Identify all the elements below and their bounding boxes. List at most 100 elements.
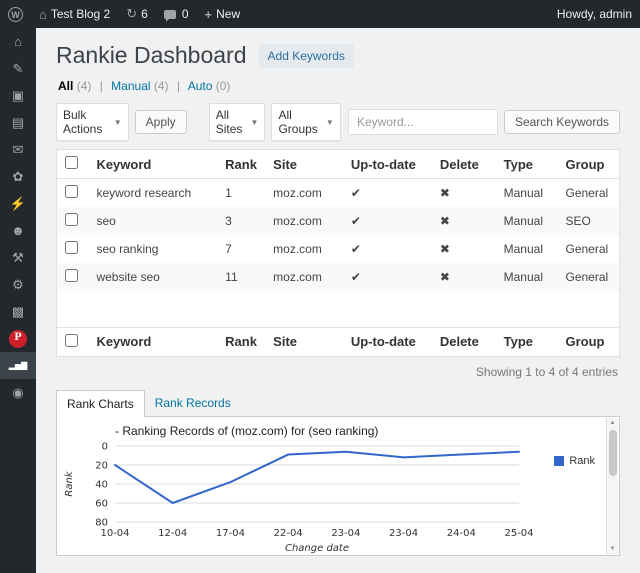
sidebar-item-plugins[interactable]: ⚡ bbox=[0, 190, 36, 217]
row-checkbox[interactable] bbox=[65, 241, 78, 254]
account-menu[interactable]: Howdy, admin bbox=[549, 0, 640, 28]
svg-text:0: 0 bbox=[102, 441, 108, 452]
showing-entries: Showing 1 to 4 of 4 entries bbox=[56, 365, 618, 379]
svg-text:12-04: 12-04 bbox=[158, 528, 187, 539]
col-type: Type bbox=[496, 327, 558, 356]
rank-cell: 1 bbox=[217, 179, 265, 208]
wordpress-logo-menu[interactable]: W bbox=[0, 0, 31, 28]
sidebar-item-pages[interactable]: ▤ bbox=[0, 109, 36, 136]
col-group: Group bbox=[557, 327, 619, 356]
bulk-actions-label: Bulk Actions bbox=[63, 108, 106, 136]
tab-rank-records[interactable]: Rank Records bbox=[145, 390, 241, 416]
pages-icon: ▤ bbox=[12, 116, 24, 129]
rank-cell: 7 bbox=[217, 235, 265, 263]
filter-all[interactable]: All bbox=[58, 79, 73, 93]
sidebar-item-collapse[interactable]: ◉ bbox=[0, 379, 36, 406]
up-to-date-check-icon: ✔ bbox=[343, 235, 432, 263]
col-delete: Delete bbox=[432, 150, 496, 179]
sidebar-item-comments[interactable]: ✉ bbox=[0, 136, 36, 163]
col-type: Type bbox=[496, 150, 558, 179]
table-empty-space bbox=[57, 291, 620, 327]
site-menu[interactable]: ⌂ Test Blog 2 bbox=[31, 0, 118, 28]
pinterest-icon: P bbox=[9, 330, 27, 348]
sidebar-item-pinterest[interactable]: P bbox=[0, 325, 36, 352]
row-checkbox[interactable] bbox=[65, 185, 78, 198]
col-group: Group bbox=[557, 150, 619, 179]
svg-text:24-04: 24-04 bbox=[447, 528, 476, 539]
col-site: Site bbox=[265, 327, 343, 356]
add-keywords-button[interactable]: Add Keywords bbox=[259, 44, 354, 68]
sidebar-item-tools[interactable]: ⚒ bbox=[0, 244, 36, 271]
apply-button[interactable]: Apply bbox=[135, 110, 187, 134]
up-to-date-check-icon: ✔ bbox=[343, 207, 432, 235]
type-cell: Manual bbox=[496, 263, 558, 291]
rank-chart-svg: 02040608010-0412-0417-0422-0423-0423-042… bbox=[59, 438, 533, 554]
sidebar-item-appearance[interactable]: ✿ bbox=[0, 163, 36, 190]
type-cell: Manual bbox=[496, 235, 558, 263]
delete-icon[interactable]: ✖ bbox=[432, 207, 496, 235]
scrollbar-thumb[interactable] bbox=[609, 430, 617, 476]
plugins-icon: ⚡ bbox=[10, 197, 26, 210]
all-sites-label: All Sites bbox=[216, 108, 243, 136]
sidebar-item-settings[interactable]: ⚙ bbox=[0, 271, 36, 298]
sidebar: ⌂ ✎ ▣ ▤ ✉ ✿ ⚡ ☻ ⚒ ⚙ ▩ P ▂▅▇ ◉ bbox=[0, 28, 36, 573]
sidebar-item-seo-plugin[interactable]: ▩ bbox=[0, 298, 36, 325]
posts-icon: ✎ bbox=[13, 62, 24, 75]
sidebar-item-rankie[interactable]: ▂▅▇ bbox=[0, 352, 36, 379]
sidebar-item-users[interactable]: ☻ bbox=[0, 217, 36, 244]
svg-text:20: 20 bbox=[95, 460, 108, 471]
sidebar-item-dashboard[interactable]: ⌂ bbox=[0, 28, 36, 55]
new-label: New bbox=[216, 7, 240, 21]
new-content-menu[interactable]: + New bbox=[197, 0, 249, 28]
sidebar-item-media[interactable]: ▣ bbox=[0, 82, 36, 109]
search-keywords-button[interactable]: Search Keywords bbox=[504, 110, 620, 134]
keyword-cell: keyword research bbox=[88, 179, 217, 208]
main-content: Rankie Dashboard Add Keywords All (4) | … bbox=[36, 28, 640, 573]
delete-icon[interactable]: ✖ bbox=[432, 235, 496, 263]
chart-scrollbar[interactable]: ▲ ▼ bbox=[606, 418, 618, 554]
site-cell: moz.com bbox=[265, 179, 343, 208]
table-footer-row: Keyword Rank Site Up-to-date Delete Type… bbox=[57, 327, 620, 356]
filter-auto[interactable]: Auto bbox=[188, 79, 213, 93]
filter-separator: | bbox=[100, 79, 103, 93]
filter-auto-count: (0) bbox=[216, 79, 231, 93]
updates-icon: ↻ bbox=[126, 6, 137, 22]
filter-manual[interactable]: Manual bbox=[111, 79, 150, 93]
svg-text:80: 80 bbox=[95, 517, 108, 528]
settings-icon: ⚙ bbox=[12, 278, 24, 291]
select-all-checkbox[interactable] bbox=[65, 156, 78, 169]
col-delete: Delete bbox=[432, 327, 496, 356]
sidebar-item-posts[interactable]: ✎ bbox=[0, 55, 36, 82]
all-sites-select[interactable]: All Sites ▼ bbox=[209, 103, 266, 141]
tab-rank-charts[interactable]: Rank Charts bbox=[56, 390, 145, 417]
row-checkbox[interactable] bbox=[65, 213, 78, 226]
dashboard-icon: ⌂ bbox=[14, 35, 22, 48]
delete-icon[interactable]: ✖ bbox=[432, 179, 496, 208]
all-groups-select[interactable]: All Groups ▼ bbox=[271, 103, 340, 141]
updates-count: 6 bbox=[141, 7, 148, 21]
group-cell: General bbox=[557, 263, 619, 291]
collapse-menu-icon: ◉ bbox=[12, 386, 23, 399]
scroll-up-icon[interactable]: ▲ bbox=[610, 418, 616, 428]
keyword-search-input[interactable] bbox=[348, 109, 498, 135]
chart-legend: Rank bbox=[554, 455, 595, 467]
plus-icon: + bbox=[205, 7, 213, 22]
site-cell: moz.com bbox=[265, 235, 343, 263]
users-icon: ☻ bbox=[11, 224, 25, 237]
svg-text:40: 40 bbox=[95, 479, 108, 490]
wordpress-logo-icon: W bbox=[8, 7, 23, 22]
select-all-checkbox-footer[interactable] bbox=[65, 334, 78, 347]
keywords-table: Keyword Rank Site Up-to-date Delete Type… bbox=[56, 149, 620, 357]
rankie-chart-icon: ▂▅▇ bbox=[9, 362, 27, 370]
delete-icon[interactable]: ✖ bbox=[432, 263, 496, 291]
svg-text:17-04: 17-04 bbox=[216, 528, 245, 539]
row-checkbox[interactable] bbox=[65, 269, 78, 282]
bulk-actions-select[interactable]: Bulk Actions ▼ bbox=[56, 103, 129, 141]
legend-swatch-icon bbox=[554, 456, 564, 466]
comments-menu[interactable]: 0 bbox=[156, 0, 197, 28]
media-icon: ▣ bbox=[12, 89, 24, 102]
filter-manual-count: (4) bbox=[154, 79, 169, 93]
keyword-cell: seo bbox=[88, 207, 217, 235]
scroll-down-icon[interactable]: ▼ bbox=[610, 544, 616, 554]
updates-menu[interactable]: ↻ 6 bbox=[118, 0, 156, 28]
